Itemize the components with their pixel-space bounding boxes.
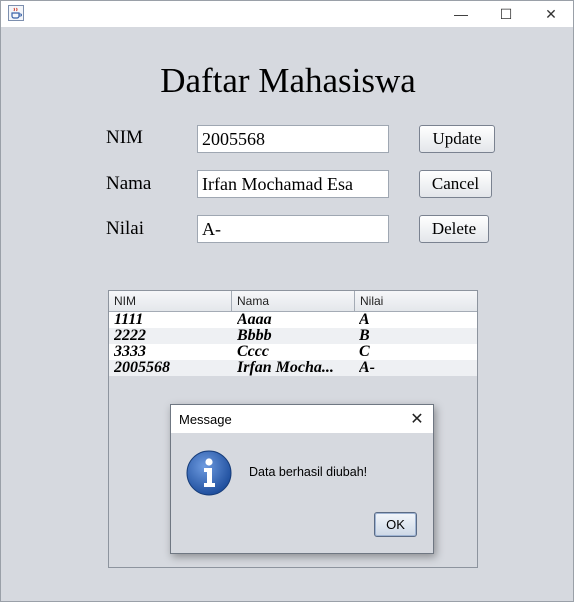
- table-row[interactable]: 1111 Aaaa A: [109, 312, 477, 328]
- cell-nama: Aaaa: [237, 312, 272, 328]
- close-icon: ✕: [545, 5, 557, 22]
- dialog-title-bar[interactable]: Message ✕: [171, 405, 433, 433]
- cell-nim: 2222: [114, 328, 146, 344]
- dialog-message: Data berhasil diubah!: [249, 465, 368, 479]
- nim-label: NIM: [106, 127, 143, 148]
- minimize-button[interactable]: —: [439, 1, 483, 27]
- column-header-nim[interactable]: NIM: [109, 291, 232, 311]
- cell-nilai: C: [359, 344, 370, 360]
- column-header-nama[interactable]: Nama: [232, 291, 355, 311]
- update-button[interactable]: Update: [419, 125, 495, 153]
- delete-button[interactable]: Delete: [419, 215, 489, 243]
- nama-label: Nama: [106, 173, 152, 194]
- nim-field[interactable]: 2005568: [197, 125, 389, 153]
- table-row[interactable]: 3333 Cccc C: [109, 344, 477, 360]
- cell-nim: 1111: [114, 312, 144, 328]
- cell-nama: Cccc: [237, 344, 269, 360]
- cell-nilai: A-: [359, 360, 375, 376]
- minimize-icon: —: [454, 6, 468, 22]
- dialog-close-button[interactable]: ✕: [407, 409, 427, 429]
- nama-field[interactable]: Irfan Mochamad Esa: [197, 170, 389, 198]
- cell-nama: Bbbb: [237, 328, 272, 344]
- nilai-label: Nilai: [106, 218, 144, 239]
- dialog-title: Message: [179, 412, 232, 427]
- page-title: Daftar Mahasiswa: [160, 61, 416, 100]
- main-window: — ☐ ✕ Daftar Mahasiswa NIM 2005568 Updat…: [0, 0, 574, 602]
- close-button[interactable]: ✕: [529, 1, 573, 27]
- nilai-field[interactable]: A-: [197, 215, 389, 243]
- title-bar[interactable]: — ☐ ✕: [1, 1, 573, 27]
- maximize-icon: ☐: [499, 5, 513, 22]
- cell-nama: Irfan Mocha...: [237, 360, 334, 376]
- table-row[interactable]: 2222 Bbbb B: [109, 328, 477, 344]
- cell-nilai: B: [359, 328, 370, 344]
- cell-nim: 2005568: [114, 360, 170, 376]
- message-dialog: Message ✕ Data berhasil diubah! OK: [170, 404, 434, 554]
- cell-nilai: A: [359, 312, 370, 328]
- ok-button[interactable]: OK: [374, 512, 417, 537]
- table-row[interactable]: 2005568 Irfan Mocha... A-: [109, 360, 477, 376]
- java-cup-icon: [8, 5, 24, 21]
- cell-nim: 3333: [114, 344, 146, 360]
- table-header: NIM Nama Nilai: [109, 291, 477, 312]
- maximize-button[interactable]: ☐: [484, 1, 528, 27]
- close-icon: ✕: [410, 411, 424, 428]
- cancel-button[interactable]: Cancel: [419, 170, 492, 198]
- column-header-nilai[interactable]: Nilai: [355, 291, 477, 311]
- info-icon: [186, 450, 232, 496]
